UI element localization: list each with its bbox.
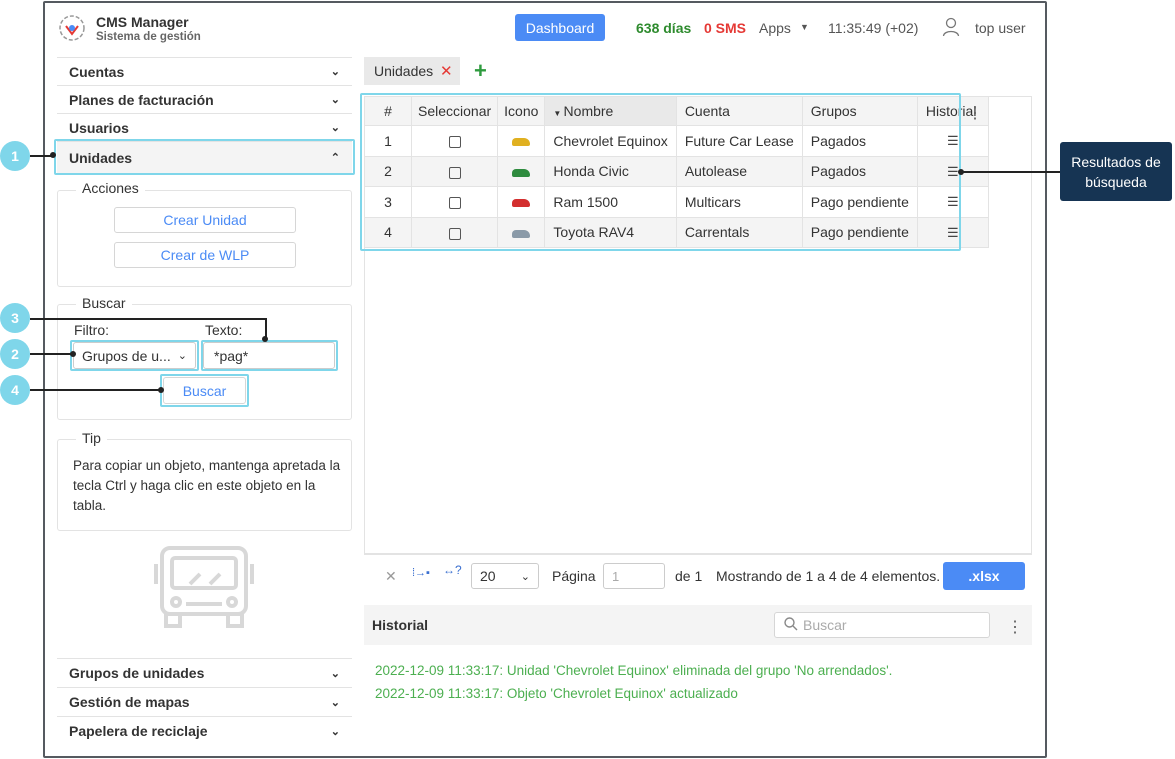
chevron-down-icon: ⌄	[330, 725, 340, 738]
buscar-legend: Buscar	[76, 295, 132, 311]
more-options-icon[interactable]: ⋮	[967, 103, 983, 123]
clock: 11:35:49 (+02)	[828, 20, 919, 36]
sidebar-item-label: Grupos de unidades	[69, 665, 205, 681]
callout-2: 2	[0, 339, 30, 369]
page-label: Página	[552, 568, 596, 584]
sidebar-item-label: Planes de facturación	[69, 91, 214, 108]
sidebar-item-label: Cuentas	[69, 63, 125, 80]
dashboard-button[interactable]: Dashboard	[515, 14, 605, 41]
callout-dot	[70, 351, 76, 357]
sidebar-item-grupos[interactable]: Grupos de unidades ⌄	[57, 658, 352, 687]
more-options-icon[interactable]: ⋮	[1007, 617, 1023, 637]
apps-menu[interactable]: Apps	[759, 20, 791, 36]
highlight-results	[360, 93, 961, 251]
days-remaining: 638 días	[636, 20, 692, 36]
acciones-panel	[57, 190, 352, 287]
page-total: de 1	[675, 568, 703, 584]
user-name[interactable]: top user	[975, 20, 1026, 36]
add-tab-icon[interactable]: +	[474, 58, 487, 84]
callout-dot	[158, 387, 164, 393]
expand-columns-icon[interactable]: ⁞→▪	[412, 567, 430, 579]
results-summary: Mostrando de 1 a 4 de 4 elementos.	[716, 568, 941, 584]
page-input[interactable]: 1	[603, 563, 665, 589]
callout-dot	[50, 152, 56, 158]
callout-line	[30, 155, 52, 157]
highlight-texto	[201, 340, 338, 371]
app-subtitle: Sistema de gestión	[96, 31, 201, 43]
callout-line	[30, 318, 266, 320]
caret-down-icon[interactable]: ▼	[800, 22, 809, 32]
close-icon[interactable]: ✕	[440, 62, 453, 80]
highlight-filtro	[70, 340, 199, 371]
callout-line	[30, 389, 160, 391]
sidebar-item-planes[interactable]: Planes de facturación ⌄	[57, 85, 352, 113]
chevron-down-icon: ⌄	[520, 570, 530, 583]
crear-unidad-button[interactable]: Crear Unidad	[114, 207, 296, 233]
highlight-unidades	[54, 139, 355, 175]
sidebar-item-label: Gestión de mapas	[69, 694, 190, 710]
historial-title: Historial	[372, 617, 429, 633]
highlight-buscar	[160, 374, 249, 407]
clear-icon[interactable]: ✕	[385, 568, 397, 585]
crear-wlp-button[interactable]: Crear de WLP	[114, 242, 296, 268]
texto-label: Texto:	[205, 322, 243, 338]
result-label: Resultados de búsqueda	[1060, 142, 1172, 201]
historial-search-input[interactable]: Buscar	[774, 612, 990, 638]
sidebar-item-usuarios[interactable]: Usuarios ⌄	[57, 113, 352, 141]
callout-4: 4	[0, 375, 30, 405]
export-xlsx-button[interactable]: .xlsx	[943, 562, 1025, 590]
filtro-label: Filtro:	[74, 322, 109, 338]
callout-dot	[262, 336, 268, 342]
history-entry: 2022-12-09 11:33:17: Objeto 'Chevrolet E…	[375, 686, 738, 701]
chevron-down-icon: ⌄	[330, 122, 340, 134]
chevron-down-icon: ⌄	[330, 66, 340, 78]
acciones-legend: Acciones	[76, 180, 145, 196]
sidebar-item-papelera[interactable]: Papelera de reciclaje ⌄	[57, 716, 352, 745]
chevron-down-icon: ⌄	[330, 696, 340, 709]
sidebar-item-label: Papelera de reciclaje	[69, 723, 208, 739]
per-page-value: 20	[480, 568, 496, 584]
app-logo-icon	[59, 15, 85, 41]
search-icon	[784, 617, 798, 631]
chevron-down-icon: ⌄	[330, 94, 340, 106]
sidebar-item-mapas[interactable]: Gestión de mapas ⌄	[57, 687, 352, 716]
callout-3: 3	[0, 303, 30, 333]
per-page-select[interactable]: 20 ⌄	[471, 563, 539, 589]
tip-legend: Tip	[76, 430, 107, 446]
sms-count: 0 SMS	[704, 20, 747, 36]
help-icon[interactable]: ↔?	[443, 563, 462, 577]
user-icon[interactable]	[942, 17, 960, 37]
callout-line	[265, 318, 267, 338]
callout-line	[961, 171, 1060, 173]
callout-1: 1	[0, 141, 30, 171]
app-title: CMS Manager	[96, 14, 189, 30]
chevron-down-icon: ⌄	[330, 667, 340, 680]
callout-line	[30, 353, 72, 355]
history-entry: 2022-12-09 11:33:17: Unidad 'Chevrolet E…	[375, 663, 893, 678]
sidebar-item-cuentas[interactable]: Cuentas ⌄	[57, 57, 352, 85]
sidebar-item-label: Usuarios	[69, 119, 129, 136]
bus-icon	[154, 546, 254, 628]
tab-label: Unidades	[374, 63, 434, 79]
tip-text: Para copiar un objeto, mantenga apretada…	[73, 458, 341, 513]
